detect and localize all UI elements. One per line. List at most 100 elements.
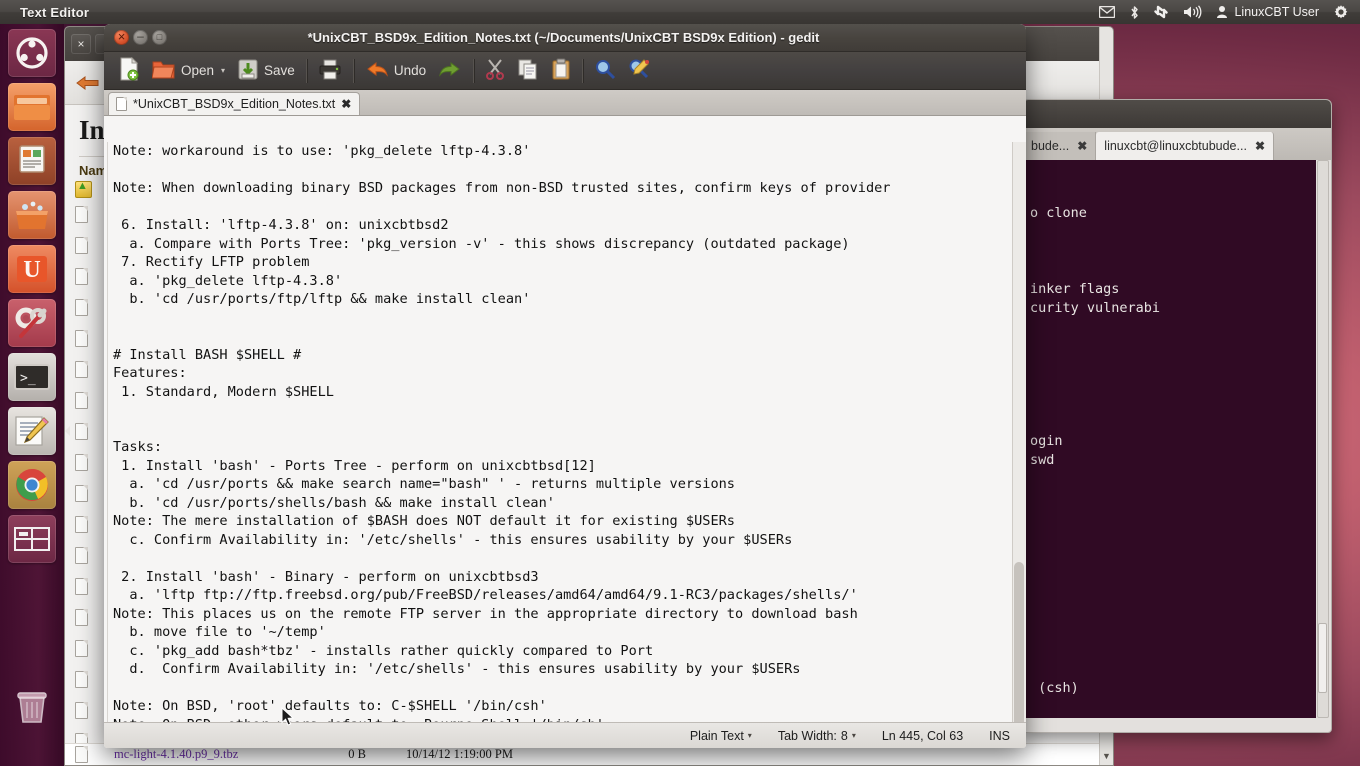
scrollbar-thumb[interactable]	[1014, 562, 1024, 748]
terminal-tab-2[interactable]: linuxcbt@linuxcbtubude... ✖	[1096, 132, 1274, 160]
impress-icon[interactable]	[8, 137, 56, 185]
save-button[interactable]: Save	[231, 56, 301, 86]
network-icon[interactable]	[1147, 0, 1176, 24]
launcher-item-trash[interactable]	[0, 683, 64, 731]
file-icon	[75, 701, 88, 719]
gear-icon[interactable]	[1326, 0, 1356, 24]
terminal-scrollbar[interactable]	[1317, 160, 1329, 718]
toolbar-separator	[352, 58, 354, 83]
panel-app-title[interactable]: Text Editor	[20, 5, 89, 20]
file-date-cell: 10/14/12 1:19:00 PM	[406, 747, 513, 761]
find-button[interactable]	[588, 56, 622, 86]
launcher-item-terminal[interactable]: >_	[0, 353, 64, 401]
launcher-item-impress[interactable]	[0, 137, 64, 185]
open-folder-icon	[151, 58, 176, 83]
tab-width-selector[interactable]: Tab Width: 8 ▾	[778, 729, 856, 743]
launcher-item-chrome[interactable]	[0, 461, 64, 509]
print-button[interactable]	[312, 56, 348, 86]
document-icon	[116, 97, 127, 111]
replace-button[interactable]	[622, 56, 656, 86]
gedit-icon[interactable]	[8, 407, 56, 455]
terminal-output[interactable]: o clone inker flags curity vulnerabi ogi…	[1026, 160, 1316, 718]
maximize-button[interactable]	[152, 29, 167, 46]
gedit-statusbar: Plain Text ▾ Tab Width: 8 ▾ Ln 445, Col …	[104, 722, 1026, 748]
undo-button-label: Undo	[393, 63, 427, 78]
file-icon	[75, 236, 88, 254]
cut-button[interactable]	[479, 56, 511, 86]
terminal-tab-1[interactable]: bude... ✖	[1023, 132, 1097, 160]
terminal-tab-1-close-icon[interactable]: ✖	[1077, 139, 1087, 153]
minimize-button[interactable]	[133, 28, 148, 45]
document-text-area[interactable]: Note: workaround is to use: 'pkg_delete …	[107, 142, 1012, 722]
mail-icon[interactable]	[1092, 0, 1122, 24]
chrome-icon[interactable]	[8, 461, 56, 509]
software-center-icon[interactable]	[8, 191, 56, 239]
open-button[interactable]: Open ▾	[146, 56, 231, 86]
trash-icon[interactable]	[8, 683, 56, 731]
redo-button[interactable]	[432, 56, 468, 86]
chevron-down-icon[interactable]: ▾	[221, 66, 225, 75]
terminal-titlebar[interactable]	[1023, 100, 1331, 128]
save-button-label: Save	[264, 63, 295, 78]
gedit-scrollbar[interactable]	[1012, 142, 1026, 748]
gedit-toolbar[interactable]: Open ▾ Save Undo	[104, 52, 1026, 90]
file-icon	[75, 608, 88, 626]
document-tab-close-icon[interactable]: ✖	[341, 97, 351, 111]
terminal-icon[interactable]: >_	[8, 353, 56, 401]
gedit-tabbar[interactable]: *UnixCBT_BSD9x_Edition_Notes.txt ✖	[104, 90, 1026, 116]
parent-folder-icon	[75, 180, 92, 198]
terminal-tab-2-close-icon[interactable]: ✖	[1255, 139, 1265, 153]
files-folder-icon[interactable]	[8, 83, 56, 131]
copy-button[interactable]	[511, 56, 545, 86]
gedit-window[interactable]: *UnixCBT_BSD9x_Edition_Notes.txt (~/Docu…	[104, 24, 1026, 748]
ubuntu-one-icon[interactable]: U	[8, 245, 56, 293]
file-size-cell: 0 B	[348, 747, 367, 761]
language-selector[interactable]: Plain Text ▾	[690, 729, 752, 743]
close-button[interactable]	[114, 28, 129, 45]
toolbar-separator	[473, 58, 475, 83]
file-icon	[75, 546, 88, 564]
user-menu[interactable]: LinuxCBT User	[1209, 0, 1326, 24]
open-button-label: Open	[181, 63, 215, 78]
workspace-switcher-icon[interactable]	[8, 515, 56, 563]
volume-icon[interactable]	[1176, 0, 1209, 24]
new-document-icon	[118, 56, 140, 84]
launcher-item-files[interactable]	[0, 83, 64, 131]
launcher-item-workspace-switcher[interactable]	[0, 515, 64, 563]
new-document-button[interactable]	[112, 56, 146, 86]
paste-button[interactable]	[545, 56, 577, 86]
magnifier-icon	[594, 58, 616, 83]
document-tab[interactable]: *UnixCBT_BSD9x_Edition_Notes.txt ✖	[108, 92, 361, 115]
launcher-item-system-settings[interactable]	[0, 299, 64, 347]
toolbar-separator	[305, 58, 307, 83]
terminal-window[interactable]: bude... ✖ linuxcbt@linuxcbtubude... ✖ o …	[1022, 99, 1332, 733]
launcher-item-software-center[interactable]	[0, 191, 64, 239]
file-icon	[75, 267, 88, 285]
background-window-close-button[interactable]: ×	[71, 34, 91, 54]
launcher-item-ubuntu-one[interactable]: U	[0, 245, 64, 293]
launcher-item-text-editor[interactable]	[0, 407, 70, 455]
scroll-down-arrow-icon[interactable]: ▼	[1101, 750, 1112, 762]
back-arrow-icon[interactable]	[75, 73, 101, 93]
unity-launcher[interactable]: U >_	[0, 24, 70, 766]
undo-arrow-icon	[365, 59, 389, 82]
terminal-tabbar[interactable]: bude... ✖ linuxcbt@linuxcbtubude... ✖	[1023, 128, 1331, 160]
tab-width-label: Tab Width:	[777, 728, 837, 743]
save-icon	[237, 58, 259, 84]
scrollbar-thumb[interactable]	[1318, 623, 1327, 693]
file-icon	[75, 515, 88, 533]
gedit-titlebar[interactable]: *UnixCBT_BSD9x_Edition_Notes.txt (~/Docu…	[104, 24, 1026, 52]
chevron-down-icon[interactable]: ▾	[748, 731, 752, 740]
insert-mode-indicator: INS	[989, 728, 1010, 743]
system-settings-icon[interactable]	[8, 299, 56, 347]
svg-text:>_: >_	[20, 371, 36, 386]
ubuntu-logo-icon[interactable]	[8, 29, 56, 77]
user-name-label: LinuxCBT User	[1234, 5, 1319, 19]
launcher-item-ubuntu-dash[interactable]	[0, 29, 64, 77]
bluetooth-icon[interactable]	[1122, 0, 1147, 24]
chevron-down-icon[interactable]: ▾	[852, 731, 856, 740]
undo-button[interactable]: Undo	[359, 56, 432, 86]
file-icon	[75, 453, 88, 471]
file-name-cell[interactable]: mc-light-4.1.40.p9_9.tbz	[114, 747, 238, 762]
language-label: Plain Text	[689, 728, 744, 743]
